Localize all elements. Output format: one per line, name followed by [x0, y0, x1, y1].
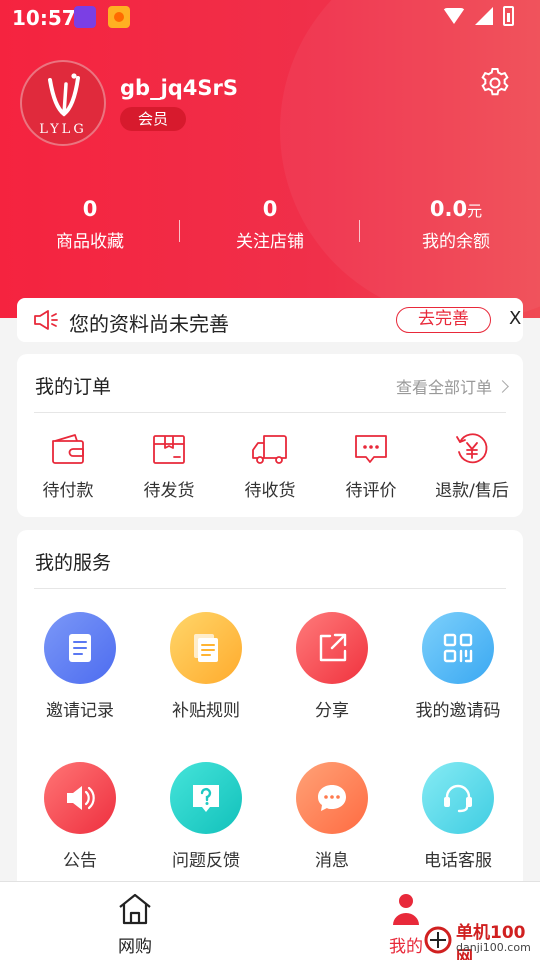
stat-value: 0 — [82, 197, 98, 221]
service-icon-circle — [422, 762, 494, 834]
gear-icon[interactable] — [478, 66, 512, 100]
tab-label: 我的 — [389, 937, 423, 957]
stat-divider — [359, 220, 360, 242]
refund-icon — [456, 433, 488, 464]
order-item-label: 退款/售后 — [435, 481, 509, 501]
avatar-logo-text: LYLG — [39, 122, 87, 137]
home-icon — [119, 893, 151, 925]
service-label: 补贴规则 — [172, 701, 240, 721]
stat-unit: 元 — [467, 202, 483, 220]
service-icon-circle — [44, 612, 116, 684]
stat-followed-shops[interactable]: 0 关注店铺 — [180, 197, 360, 252]
service-icon-circle — [296, 762, 368, 834]
divider — [34, 588, 506, 589]
divider — [34, 412, 506, 413]
share-icon — [319, 633, 347, 662]
tab-label: 网购 — [118, 937, 152, 957]
avatar[interactable]: LYLG — [20, 60, 106, 146]
service-label: 公告 — [63, 851, 97, 871]
service-icon-circle — [422, 612, 494, 684]
orders-title: 我的订单 — [35, 376, 112, 398]
order-item-label: 待评价 — [345, 481, 397, 501]
service-phone-support[interactable]: 电话客服 — [395, 762, 521, 871]
stat-favorites[interactable]: 0 商品收藏 — [0, 197, 180, 252]
username: gb_jq4SrS — [120, 76, 239, 100]
service-my-invite-code[interactable]: 我的邀请码 — [395, 612, 521, 721]
chevron-right-icon — [496, 379, 509, 393]
status-bar: 10:57 — [0, 0, 540, 36]
service-icon-circle — [296, 612, 368, 684]
stat-label: 商品收藏 — [56, 232, 124, 252]
person-icon — [393, 894, 419, 925]
service-label: 分享 — [315, 701, 349, 721]
speaker-icon — [67, 786, 95, 810]
battery-icon — [503, 6, 514, 26]
files-icon — [194, 634, 218, 662]
services-title: 我的服务 — [35, 552, 112, 574]
question-icon — [193, 785, 219, 812]
order-refund-aftersale[interactable]: 退款/售后 — [422, 432, 522, 501]
service-icon-circle — [170, 612, 242, 684]
notification-weather-icon — [108, 6, 130, 28]
complete-profile-button[interactable]: 去完善 — [396, 307, 491, 333]
profile-incomplete-notice: 您的资料尚未完善 去完善 X — [17, 298, 523, 342]
service-announcement[interactable]: 公告 — [17, 762, 143, 871]
profile-header-background — [0, 0, 540, 320]
service-label: 消息 — [315, 851, 349, 871]
order-pending-payment[interactable]: 待付款 — [18, 432, 118, 501]
service-invite-records[interactable]: 邀请记录 — [17, 612, 143, 721]
headset-icon — [444, 784, 472, 813]
stat-value: 0 — [262, 197, 278, 221]
service-icon-circle — [170, 762, 242, 834]
megaphone-icon — [34, 310, 58, 330]
box-icon — [153, 435, 185, 464]
wifi-icon — [443, 8, 465, 24]
close-notice-button[interactable]: X — [509, 308, 521, 329]
member-badge: 会员 — [120, 107, 187, 131]
view-all-orders-link[interactable]: 查看全部订单 — [395, 374, 509, 398]
service-label: 问题反馈 — [172, 851, 240, 871]
service-subsidy-rules[interactable]: 补贴规则 — [143, 612, 269, 721]
message-icon — [318, 785, 346, 811]
wallet-icon — [52, 434, 84, 464]
tab-me[interactable]: 我的 — [366, 892, 446, 957]
truck-icon — [252, 435, 287, 464]
tab-shop[interactable]: 网购 — [95, 892, 175, 957]
service-share[interactable]: 分享 — [269, 612, 395, 721]
view-all-label: 查看全部订单 — [395, 378, 492, 397]
service-messages[interactable]: 消息 — [269, 762, 395, 871]
order-item-label: 待收货 — [244, 481, 296, 501]
service-icon-circle — [44, 762, 116, 834]
order-pending-receipt[interactable]: 待收货 — [220, 432, 320, 501]
qrcode-icon — [443, 633, 473, 663]
stat-label: 我的余额 — [422, 232, 490, 252]
order-item-label: 待付款 — [42, 481, 94, 501]
service-label: 电话客服 — [424, 851, 492, 871]
notice-text: 您的资料尚未完善 — [69, 312, 229, 336]
order-pending-shipment[interactable]: 待发货 — [119, 432, 219, 501]
stat-balance[interactable]: 0.0元 我的余额 — [366, 197, 540, 252]
service-label: 我的邀请码 — [415, 701, 501, 721]
orders-card: 我的订单 查看全部订单 待付款 待发货 待收货 待评价 退款/售后 — [17, 354, 523, 517]
stat-value: 0.0 — [429, 197, 468, 221]
stat-label: 关注店铺 — [236, 232, 304, 252]
chat-icon — [355, 435, 387, 463]
notification-app-icon — [74, 6, 96, 28]
signal-icon — [475, 7, 493, 25]
service-label: 邀请记录 — [46, 701, 114, 721]
service-feedback[interactable]: 问题反馈 — [143, 762, 269, 871]
status-time: 10:57 — [12, 6, 76, 30]
services-card: 我的服务 邀请记录 补贴规则 分享 我的邀请码 公告 问题反馈 消息 电话客服 — [17, 530, 523, 890]
document-icon — [69, 634, 91, 662]
order-pending-review[interactable]: 待评价 — [321, 432, 421, 501]
watermark-url: danji100.com — [456, 941, 531, 954]
order-item-label: 待发货 — [143, 481, 195, 501]
